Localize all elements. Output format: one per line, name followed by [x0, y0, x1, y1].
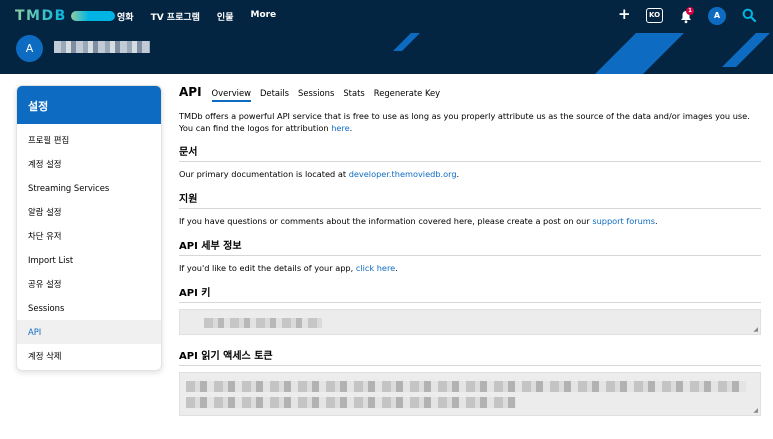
nav-link-tv[interactable]: TV 프로그램	[151, 10, 200, 23]
top-navbar: TMDB 영화 TV 프로그램 인물 More + KO 1 A	[0, 0, 773, 33]
read-token-section-title: API 읽기 액세스 토큰	[179, 347, 761, 366]
developer-docs-link[interactable]: developer.themoviedb.org	[349, 169, 457, 179]
api-details-text: If you'd like to edit the details of you…	[179, 263, 398, 273]
search-icon	[742, 8, 757, 23]
sidebar-item-blocked-users[interactable]: 차단 유저	[17, 224, 161, 248]
sidebar-item-sessions[interactable]: Sessions	[17, 296, 161, 320]
sidebar-item-sharing-settings[interactable]: 공유 설정	[17, 272, 161, 296]
notification-button[interactable]: 1	[680, 7, 694, 26]
tab-stats[interactable]: Stats	[343, 88, 364, 100]
banner-stripe	[393, 33, 426, 51]
banner-stripe	[582, 33, 690, 74]
edit-app-link[interactable]: click here	[356, 263, 395, 273]
main-nav: 영화 TV 프로그램 인물 More	[117, 10, 293, 23]
logo-pill-shape	[70, 11, 115, 21]
nav-link-people[interactable]: 인물	[217, 10, 234, 23]
api-details-section-title: API 세부 정보	[179, 237, 761, 256]
docs-section-title: 문서	[179, 143, 761, 162]
attribution-logos-link[interactable]: here	[331, 123, 349, 133]
sidebar-item-api[interactable]: API	[17, 320, 161, 344]
banner-stripe	[722, 33, 773, 67]
blurred-username	[54, 41, 150, 53]
sidebar-menu: 프로필 편집 계정 설정 Streaming Services 알람 설정 차단…	[17, 124, 161, 368]
read-access-token-field[interactable]: ◢	[179, 372, 761, 416]
nav-link-movies[interactable]: 영화	[117, 10, 134, 23]
api-key-section-title: API 키	[179, 284, 761, 303]
tmdb-logo[interactable]: TMDB	[15, 8, 115, 24]
notification-count-badge: 1	[686, 7, 694, 15]
docs-text: Our primary documentation is located at …	[179, 169, 460, 179]
resize-handle-icon[interactable]: ◢	[753, 326, 758, 333]
logo-text: TMDB	[15, 8, 67, 24]
tab-regenerate-key[interactable]: Regenerate Key	[374, 88, 440, 100]
profile-banner: A	[0, 33, 773, 74]
sidebar-item-import-list[interactable]: Import List	[17, 248, 161, 272]
sidebar-item-notification-settings[interactable]: 알람 설정	[17, 200, 161, 224]
sidebar-item-account-settings[interactable]: 계정 설정	[17, 152, 161, 176]
page-title: API	[179, 85, 202, 99]
tab-overview[interactable]: Overview	[211, 88, 251, 102]
blurred-token-line-1	[186, 381, 746, 392]
tab-sessions[interactable]: Sessions	[298, 88, 334, 100]
api-key-field[interactable]: ◢	[179, 309, 761, 335]
sidebar-item-streaming-services[interactable]: Streaming Services	[17, 176, 161, 200]
api-header: API Overview Details Sessions Stats Rege…	[179, 85, 761, 103]
search-button[interactable]	[742, 8, 757, 24]
plus-icon[interactable]: +	[618, 5, 631, 23]
api-intro-text: TMDb offers a powerful API service that …	[179, 111, 750, 133]
nav-link-more[interactable]: More	[250, 10, 276, 23]
user-avatar-button[interactable]: A	[708, 7, 726, 25]
sidebar-item-delete-account[interactable]: 계정 삭제	[17, 344, 161, 368]
blurred-api-key	[204, 318, 322, 328]
sidebar-item-edit-profile[interactable]: 프로필 편집	[17, 128, 161, 152]
support-section-title: 지원	[179, 190, 761, 209]
settings-sidebar: 설정 프로필 편집 계정 설정 Streaming Services 알람 설정…	[16, 85, 162, 371]
sidebar-title: 설정	[17, 86, 161, 124]
blurred-token-line-2	[186, 397, 516, 408]
resize-handle-icon[interactable]: ◢	[753, 407, 758, 414]
api-main-content: API Overview Details Sessions Stats Rege…	[179, 85, 761, 416]
support-forums-link[interactable]: support forums	[592, 216, 655, 226]
profile-avatar[interactable]: A	[16, 35, 43, 62]
support-text: If you have questions or comments about …	[179, 216, 658, 226]
tab-details[interactable]: Details	[260, 88, 289, 100]
language-button[interactable]: KO	[646, 8, 663, 23]
